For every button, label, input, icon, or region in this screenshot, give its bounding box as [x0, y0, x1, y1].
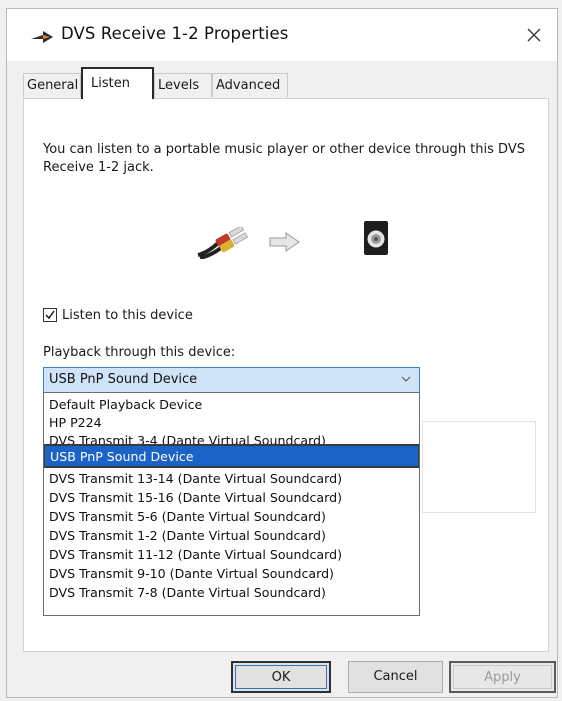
tab-advanced[interactable]: Advanced	[212, 73, 288, 97]
apply-button[interactable]: Apply	[449, 661, 556, 693]
device-option[interactable]: DVS Transmit 11-12 (Dante Virtual Soundc…	[45, 545, 418, 564]
checkmark-icon	[45, 310, 55, 320]
speaker-icon	[364, 221, 388, 255]
audio-jack-icon	[197, 227, 248, 259]
device-option[interactable]: DVS Transmit 1-2 (Dante Virtual Soundcar…	[45, 526, 418, 545]
close-button[interactable]	[511, 9, 557, 61]
listen-checkbox-label: Listen to this device	[62, 307, 193, 323]
listen-panel: You can listen to a portable music playe…	[23, 98, 549, 652]
playback-device-select[interactable]: USB PnP Sound Device	[43, 367, 420, 393]
tab-levels[interactable]: Levels	[154, 73, 212, 97]
tab-listen[interactable]: Listen	[81, 67, 154, 99]
chevron-down-icon	[401, 376, 411, 382]
close-icon	[527, 28, 541, 42]
playback-device-dropdown: Default Playback Device HP P224 DVS Tran…	[43, 392, 420, 616]
listen-checkbox-row[interactable]: Listen to this device	[43, 305, 193, 325]
speaker-arrow-icon	[31, 31, 53, 43]
listen-checkbox[interactable]	[43, 308, 57, 322]
device-option[interactable]: DVS Transmit 7-8 (Dante Virtual Soundcar…	[45, 583, 418, 602]
cancel-button[interactable]: Cancel	[348, 661, 443, 693]
ok-button[interactable]: OK	[231, 661, 331, 693]
arrow-right-icon	[269, 232, 300, 252]
window-title: DVS Receive 1-2 Properties	[61, 24, 289, 43]
device-option[interactable]: DVS Transmit 3-4 (Dante Virtual Soundcar…	[45, 431, 418, 444]
selected-device-text: USB PnP Sound Device	[49, 372, 198, 387]
tab-general[interactable]: General	[23, 73, 81, 97]
listen-description: You can listen to a portable music playe…	[43, 142, 525, 175]
device-option[interactable]: DVS Transmit 5-6 (Dante Virtual Soundcar…	[45, 507, 418, 526]
title-bar: DVS Receive 1-2 Properties	[7, 9, 557, 61]
playback-label: Playback through this device:	[43, 345, 236, 360]
device-option[interactable]: Default Playback Device	[45, 395, 418, 414]
device-option-selected[interactable]: USB PnP Sound Device	[44, 444, 419, 468]
device-option[interactable]: HP P224	[45, 413, 418, 432]
device-option[interactable]: DVS Transmit 15-16 (Dante Virtual Soundc…	[45, 488, 418, 507]
properties-dialog: DVS Receive 1-2 Properties General Liste…	[6, 8, 558, 698]
settings-group-box	[422, 421, 536, 513]
device-option[interactable]: DVS Transmit 13-14 (Dante Virtual Soundc…	[45, 469, 418, 488]
device-option[interactable]: DVS Transmit 9-10 (Dante Virtual Soundca…	[45, 564, 418, 583]
